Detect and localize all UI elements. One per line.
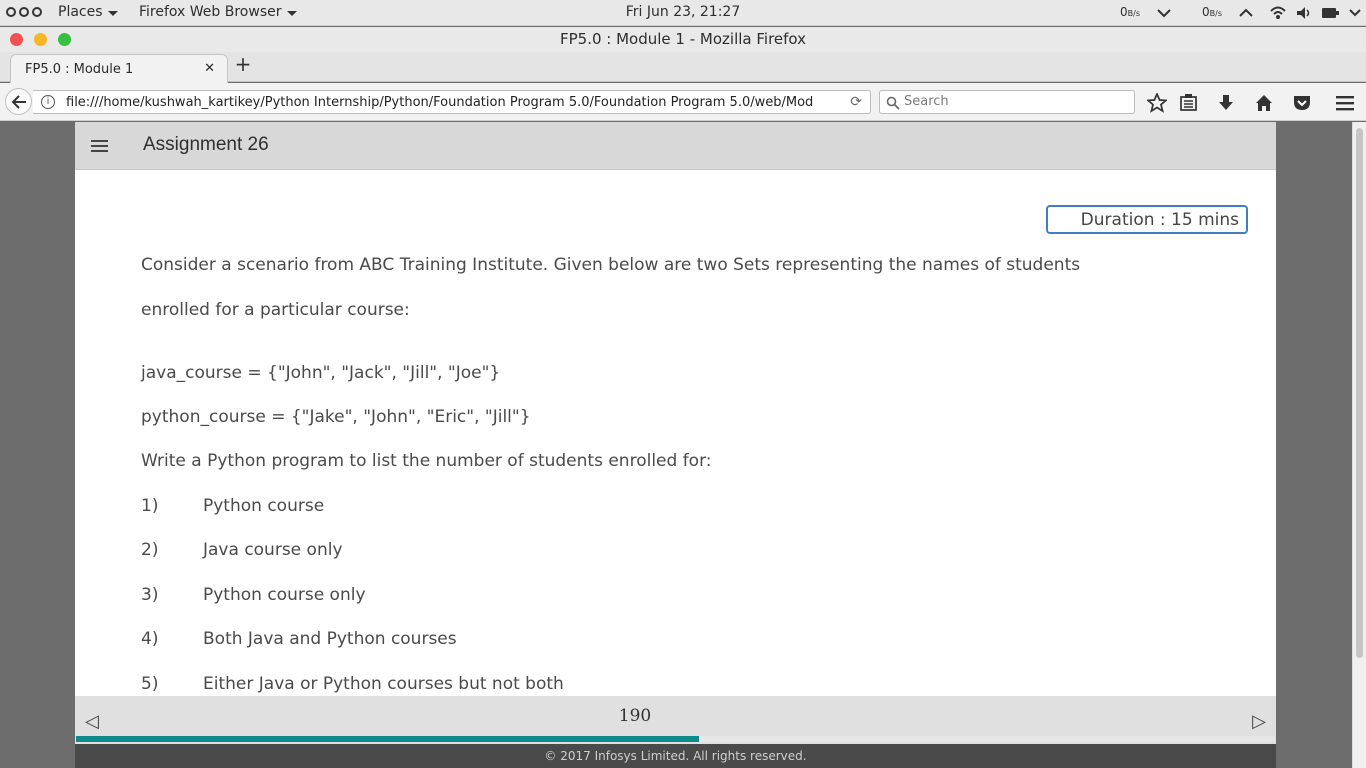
- progress-bar: [76, 736, 1275, 742]
- chevron-down-icon[interactable]: [1157, 8, 1171, 18]
- net-up-value: 0: [1202, 5, 1210, 19]
- vertical-scrollbar[interactable]: [1352, 122, 1366, 768]
- places-menu[interactable]: Places: [58, 4, 118, 20]
- list-item: Java course only: [203, 540, 343, 560]
- tab-label: FP5.0 : Module 1: [25, 62, 134, 77]
- duration-badge: Duration : 15 mins: [1046, 205, 1248, 234]
- navigation-toolbar: i file:///home/kushwah_kartikey/Python I…: [0, 83, 1366, 121]
- list-item-number: 5): [141, 674, 159, 694]
- chevron-up-icon[interactable]: [1239, 8, 1253, 18]
- intro-line-2: enrolled for a particular course:: [141, 300, 410, 320]
- places-menu-label: Places: [58, 4, 103, 20]
- close-icon[interactable]: ✕: [204, 61, 215, 76]
- net-upload-indicator: 0B/s: [1202, 5, 1222, 19]
- list-item-number: 4): [141, 629, 159, 649]
- python-course-set: python_course = {"Jake", "John", "Eric",…: [141, 407, 531, 427]
- copyright-footer: © 2017 Infosys Limited. All rights reser…: [75, 744, 1276, 768]
- home-icon[interactable]: [1254, 93, 1274, 113]
- scrollbar-thumb[interactable]: [1356, 128, 1363, 658]
- window-title-bar[interactable]: FP5.0 : Module 1 - Mozilla Firefox: [0, 27, 1366, 52]
- net-up-unit: B/s: [1209, 9, 1222, 18]
- app-menu[interactable]: Firefox Web Browser: [139, 4, 297, 20]
- document-header: Assignment 26: [75, 122, 1276, 170]
- net-down-value: 0: [1120, 5, 1128, 19]
- reload-icon[interactable]: ⟳: [850, 94, 862, 110]
- chevron-down-icon: [107, 10, 118, 16]
- tab-strip: FP5.0 : Module 1 ✕: [0, 52, 1366, 83]
- wifi-icon[interactable]: [1270, 6, 1286, 20]
- site-info-icon[interactable]: i: [41, 95, 55, 109]
- url-text[interactable]: file:///home/kushwah_kartikey/Python Int…: [66, 95, 836, 110]
- system-top-bar: Places Firefox Web Browser Fri Jun 23, 2…: [0, 0, 1366, 26]
- new-tab-button[interactable]: +: [234, 54, 252, 74]
- back-button[interactable]: [5, 88, 32, 115]
- question-prompt: Write a Python program to list the numbe…: [141, 451, 712, 471]
- next-page-icon[interactable]: ▷: [1252, 711, 1266, 732]
- java-course-set: java_course = {"John", "Jack", "Jill", "…: [141, 363, 501, 383]
- window-title: FP5.0 : Module 1 - Mozilla Firefox: [559, 30, 807, 48]
- search-input[interactable]: [904, 94, 1124, 109]
- intro-line-1: Consider a scenario from ABC Training In…: [141, 255, 1081, 275]
- assignment-document: Assignment 26 Duration : 15 mins Conside…: [75, 122, 1276, 768]
- page-title: Assignment 26: [143, 134, 269, 155]
- reading-list-icon[interactable]: [1179, 93, 1199, 113]
- net-download-indicator: 0B/s: [1120, 5, 1140, 19]
- list-item-number: 1): [141, 496, 159, 516]
- menu-icon[interactable]: [1335, 93, 1355, 113]
- page-number: 190: [618, 706, 652, 726]
- progress-bar-fill: [76, 736, 700, 742]
- list-item: Python course: [203, 496, 325, 516]
- search-box[interactable]: [879, 90, 1135, 114]
- net-down-unit: B/s: [1127, 9, 1140, 18]
- list-item-number: 3): [141, 585, 159, 605]
- list-item-number: 2): [141, 540, 159, 560]
- chevron-down-icon: [286, 10, 297, 16]
- url-bar[interactable]: i file:///home/kushwah_kartikey/Python I…: [33, 90, 871, 114]
- bookmark-star-icon[interactable]: [1147, 93, 1167, 113]
- hamburger-menu-icon[interactable]: [91, 140, 108, 152]
- list-item: Either Java or Python courses but not bo…: [203, 674, 564, 694]
- back-icon: [11, 95, 26, 109]
- download-icon[interactable]: [1216, 93, 1236, 113]
- system-menu-chevron-icon[interactable]: [1349, 9, 1361, 17]
- list-item: Both Java and Python courses: [203, 629, 457, 649]
- volume-icon[interactable]: [1296, 6, 1312, 20]
- pocket-icon[interactable]: [1292, 93, 1312, 113]
- battery-icon[interactable]: [1322, 8, 1340, 18]
- tab-fp5-module-1[interactable]: FP5.0 : Module 1 ✕: [10, 54, 228, 83]
- search-icon: [886, 96, 900, 110]
- app-menu-label: Firefox Web Browser: [139, 4, 282, 20]
- list-item: Python course only: [203, 585, 366, 605]
- activities-icon[interactable]: [6, 7, 42, 17]
